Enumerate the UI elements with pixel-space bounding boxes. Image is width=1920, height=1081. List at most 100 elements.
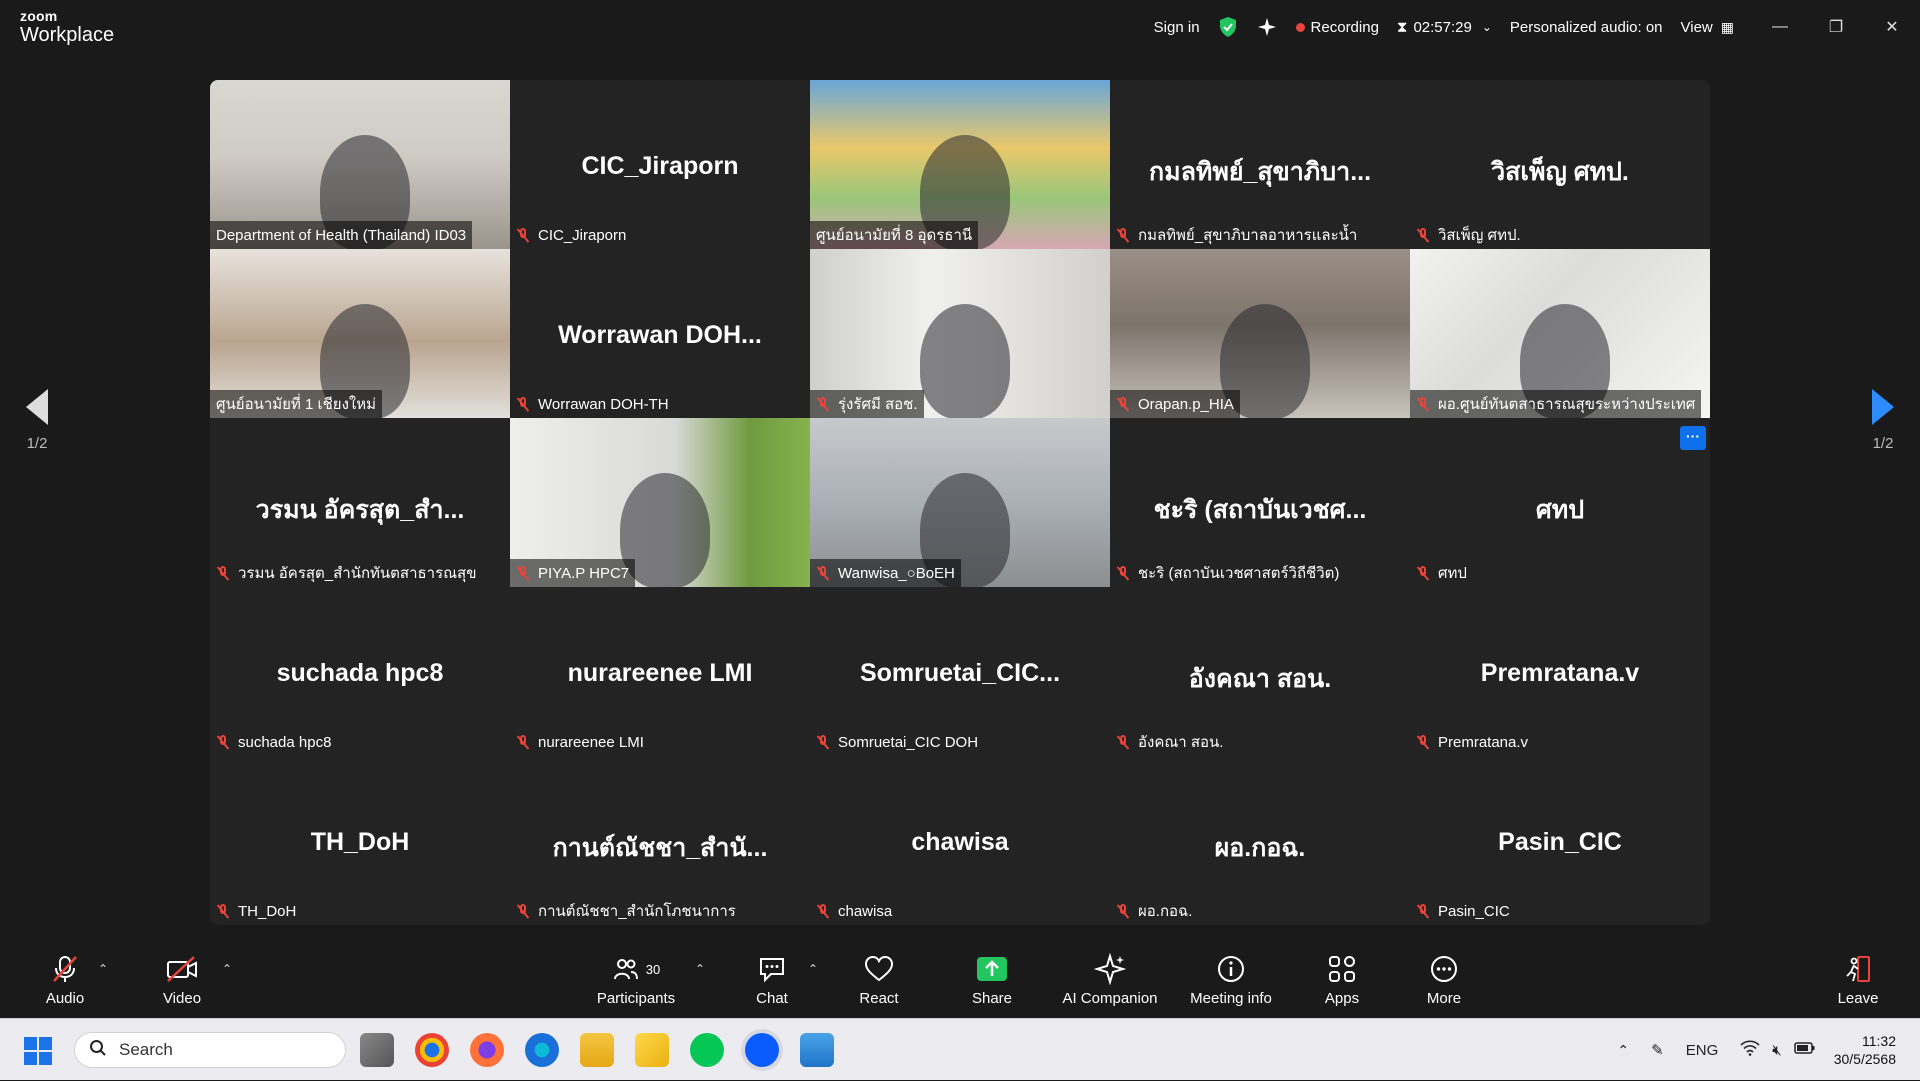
apps-button[interactable]: Apps [1320, 952, 1364, 1007]
video-options-caret-icon[interactable]: ⌃ [222, 962, 232, 976]
participant-tile[interactable]: TH_DoH TH_DoH [210, 756, 510, 925]
more-options-icon[interactable]: ··· [1680, 426, 1706, 450]
audio-label: Audio [45, 990, 85, 1007]
participant-tile[interactable]: Department of Health (Thailand) ID03 [210, 80, 510, 249]
participant-name: Somruetai_CIC DOH [838, 733, 979, 751]
apps-label: Apps [1324, 990, 1360, 1007]
shield-icon[interactable] [1218, 16, 1238, 38]
participant-tile[interactable]: วิสเพ็ญ ศทป. วิสเพ็ญ ศทป. [1410, 80, 1710, 249]
mic-muted-icon [1416, 397, 1430, 411]
participant-name: กานต์ณัชชา_สำนักโภชนาการ [538, 903, 736, 920]
participant-tile[interactable]: กานต์ณัชชา_สำนั... กานต์ณัชชา_สำนักโภชนาก… [510, 756, 810, 925]
participant-tile[interactable]: Wanwisa_○BoEH [810, 418, 1110, 587]
chrome-icon[interactable] [415, 1033, 449, 1067]
participant-name: CIC_Jiraporn [538, 226, 627, 244]
edge-icon[interactable] [525, 1033, 559, 1067]
participant-tile[interactable]: ศูนย์อนามัยที่ 8 อุดรธานี [810, 80, 1110, 249]
notepad-icon[interactable] [800, 1033, 834, 1067]
grid-icon: ▦ [1720, 18, 1734, 35]
participant-name: chawisa [838, 902, 893, 920]
participant-tile[interactable]: ผอ.ศูนย์ทันตสาธารณสุขระหว่างประเทศ [1410, 249, 1710, 418]
more-icon [1424, 952, 1464, 986]
zoom-app-icon[interactable] [745, 1033, 779, 1067]
wifi-icon[interactable] [1740, 1040, 1760, 1060]
participant-tile[interactable]: PIYA.P HPC7 [510, 418, 810, 587]
sticky-notes-icon[interactable] [635, 1033, 669, 1067]
participants-button[interactable]: 30 Participants [588, 952, 684, 1007]
participant-tile[interactable]: Premratana.v Premratana.v [1410, 587, 1710, 756]
participant-tile[interactable]: suchada hpc8 suchada hpc8 [210, 587, 510, 756]
microphone-muted-icon [40, 952, 90, 986]
show-hidden-icons-chevron-icon[interactable]: ⌃ [1617, 1042, 1629, 1059]
participant-display-name: ผอ.กอฉ. [1214, 834, 1306, 862]
video-label: Video [162, 990, 202, 1007]
participant-tile[interactable]: ศูนย์อนามัยที่ 1 เชียงใหม่ [210, 249, 510, 418]
speaker-muted-icon[interactable]: 🔇︎ [1772, 1042, 1781, 1059]
participant-tile[interactable]: รุ่งรัศมี สอช. [810, 249, 1110, 418]
mic-muted-icon [516, 397, 530, 411]
participant-tile[interactable]: อังคณา สอน. อังคณา สอน. [1110, 587, 1410, 756]
participant-tile[interactable]: Worrawan DOH... Worrawan DOH-TH [510, 249, 810, 418]
participant-name: ผอ.ศูนย์ทันตสาธารณสุขระหว่างประเทศ [1438, 396, 1696, 413]
language-indicator[interactable]: ENG [1686, 1042, 1719, 1059]
share-button[interactable]: Share [968, 952, 1016, 1007]
participant-name-label: วิสเพ็ญ ศทป. [1410, 221, 1527, 249]
chevron-down-icon: ⌄ [1481, 20, 1492, 34]
participant-tile[interactable]: CIC_Jiraporn CIC_Jiraporn [510, 80, 810, 249]
sign-in-link[interactable]: Sign in [1154, 19, 1200, 36]
leave-button[interactable]: Leave [1836, 952, 1880, 1007]
participant-name-label: suchada hpc8 [210, 728, 337, 756]
firefox-icon[interactable] [470, 1033, 504, 1067]
battery-icon[interactable] [1793, 1041, 1816, 1059]
video-button[interactable]: Video [155, 952, 209, 1007]
view-button[interactable]: View ▦ [1681, 19, 1734, 36]
next-page-button[interactable]: 1/2 [1848, 389, 1918, 452]
pen-input-icon[interactable]: ✎ [1651, 1041, 1664, 1059]
share-screen-icon [968, 952, 1016, 986]
ai-sparkle-icon[interactable] [1256, 16, 1278, 38]
participant-name-label: Somruetai_CIC DOH [810, 728, 984, 756]
participant-tile[interactable]: วรมน อัครสุต_สำ... วรมน อัครสุต_สำนักทันต… [210, 418, 510, 587]
meeting-info-button[interactable]: Meeting info [1186, 952, 1276, 1007]
more-button[interactable]: More [1424, 952, 1464, 1007]
restore-icon[interactable]: ❐ [1808, 17, 1864, 37]
participant-tile[interactable]: ชะริ (สถาบันเวชศ... ชะริ (สถาบันเวชศาสตร์… [1110, 418, 1410, 587]
audio-options-caret-icon[interactable]: ⌃ [98, 962, 108, 976]
participant-name-label: TH_DoH [210, 897, 302, 925]
file-explorer-icon[interactable] [580, 1033, 614, 1067]
clock[interactable]: 11:32 30/5/2568 [1834, 1032, 1896, 1068]
previous-page-button[interactable]: 1/2 [2, 389, 72, 452]
participant-name-label: PIYA.P HPC7 [510, 559, 636, 587]
meeting-timer[interactable]: ⧗ 02:57:29 ⌄ [1397, 19, 1492, 36]
participant-tile[interactable]: Pasin_CIC Pasin_CIC [1410, 756, 1710, 925]
windows-start-icon[interactable] [24, 1037, 52, 1065]
participant-tile[interactable]: chawisa chawisa [810, 756, 1110, 925]
task-view-icon[interactable] [360, 1033, 394, 1067]
recording-indicator[interactable]: Recording [1295, 19, 1379, 36]
react-button[interactable]: React [857, 952, 901, 1007]
ai-companion-button[interactable]: AI Companion [1060, 952, 1160, 1007]
personalized-audio-status[interactable]: Personalized audio: on [1510, 19, 1663, 36]
chat-button[interactable]: Chat [750, 952, 794, 1007]
participant-display-name: ชะริ (สถาบันเวชศ... [1153, 496, 1367, 524]
participant-tile[interactable]: nurareenee LMI nurareenee LMI [510, 587, 810, 756]
system-tray: ⌃ ✎ ENG 🔇︎ 11:32 30/5/2568 [1617, 1019, 1920, 1081]
line-app-icon[interactable] [690, 1033, 724, 1067]
participant-display-name: nurareenee LMI [567, 659, 753, 687]
camera-off-icon [155, 952, 209, 986]
close-icon[interactable]: ✕ [1864, 17, 1920, 37]
participant-tile[interactable]: Orapan.p_HIA [1110, 249, 1410, 418]
participants-label: Participants [596, 990, 676, 1007]
chat-caret-icon[interactable]: ⌃ [808, 962, 818, 976]
participant-tile[interactable]: Somruetai_CIC... Somruetai_CIC DOH [810, 587, 1110, 756]
participant-name: Wanwisa_○BoEH [838, 564, 955, 582]
taskbar-search[interactable]: Search [74, 1032, 346, 1068]
participant-tile[interactable]: ผอ.กอฉ. ผอ.กอฉ. [1110, 756, 1410, 925]
audio-button[interactable]: Audio [40, 952, 90, 1007]
participant-name: Pasin_CIC [1438, 902, 1510, 920]
participant-tile[interactable]: กมลทิพย์_สุขาภิบา... กมลทิพย์_สุขาภิบาลอา… [1110, 80, 1410, 249]
minimize-icon[interactable]: — [1752, 18, 1808, 36]
participant-name-label: อังคณา สอน. [1110, 728, 1229, 756]
participant-tile[interactable]: ศทป ศทป [1410, 418, 1710, 587]
participants-caret-icon[interactable]: ⌃ [695, 962, 705, 976]
